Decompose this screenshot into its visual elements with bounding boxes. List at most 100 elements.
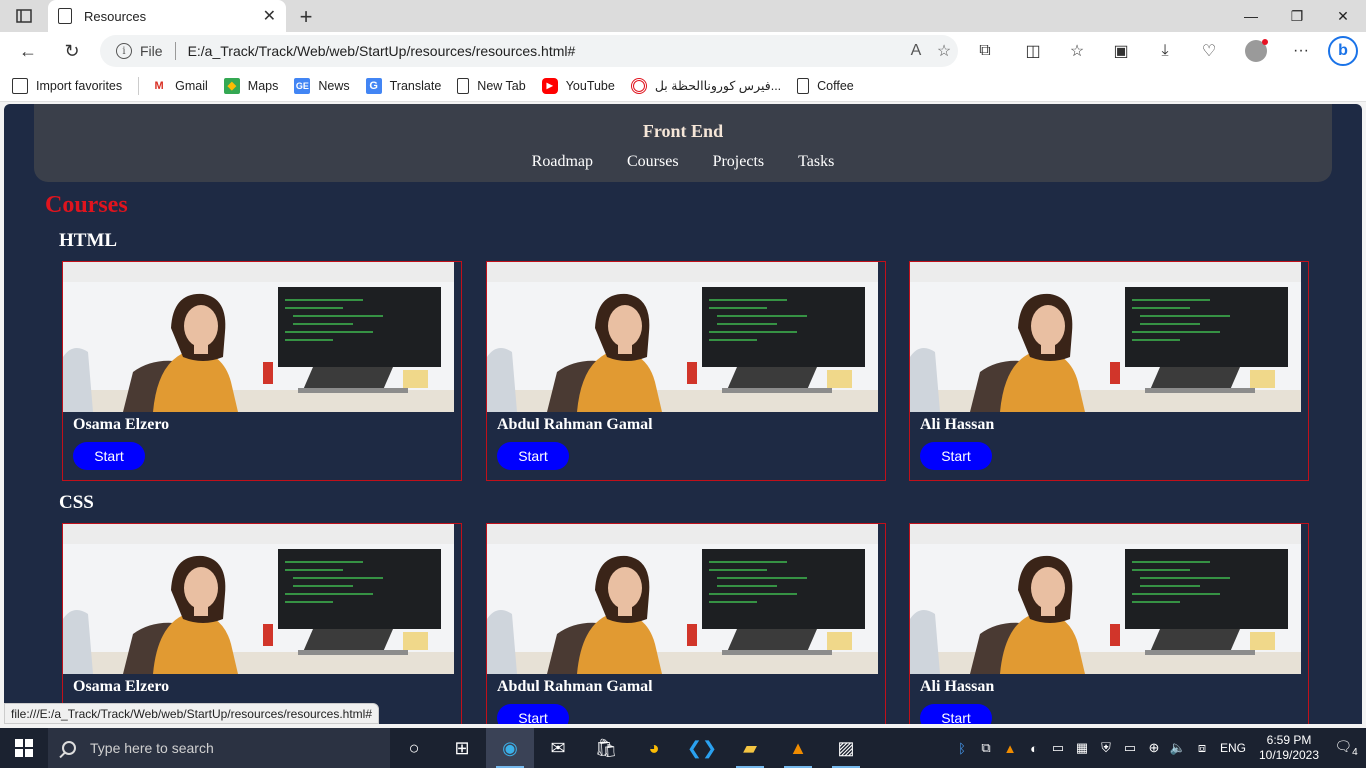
course-card: Ali Hassan Start <box>909 261 1309 481</box>
battery-icon[interactable]: ▭ <box>1118 740 1142 756</box>
cortana-icon[interactable]: ○ <box>390 728 438 768</box>
clock-date: 10/19/2023 <box>1258 748 1320 762</box>
favorite-label: Import favorites <box>36 78 123 93</box>
extensions-icon[interactable]: ⧉ <box>974 41 996 61</box>
instructor-name: Osama Elzero <box>73 416 170 433</box>
close-tab-icon[interactable]: ✕ <box>263 6 276 26</box>
new-tab-button[interactable]: + <box>294 4 318 30</box>
copilot-icon[interactable]: b <box>1328 36 1358 66</box>
volume-icon[interactable]: 🔈 <box>1166 740 1190 756</box>
security-icon[interactable]: ⛨ <box>1094 740 1118 756</box>
course-thumbnail-illustration <box>487 524 878 674</box>
split-screen-icon[interactable]: ◫ <box>1022 41 1044 61</box>
bluetooth-icon[interactable]: ᛒ <box>950 741 974 756</box>
favorite-news[interactable]: GE News <box>294 77 350 94</box>
vlc-icon[interactable]: ▲ <box>774 728 822 768</box>
course-thumbnail-image <box>487 262 878 412</box>
start-button[interactable]: Start <box>73 442 145 470</box>
minimize-button[interactable]: — <box>1228 0 1274 32</box>
edge-browser-icon[interactable]: ◉ <box>486 728 534 768</box>
clock-time: 6:59 PM <box>1266 733 1312 747</box>
display-icon[interactable]: ▭ <box>1046 740 1070 756</box>
favorite-new-tab[interactable]: New Tab <box>457 77 526 94</box>
favorite-maps[interactable]: ◆ Maps <box>223 77 278 94</box>
close-window-button[interactable]: ✕ <box>1320 0 1366 32</box>
vscode-icon[interactable]: ❮❯ <box>678 728 726 768</box>
favorites-icon[interactable]: ☆ <box>1066 41 1088 61</box>
web-page: Front End Roadmap Courses Projects Tasks… <box>4 104 1362 724</box>
gmail-icon: M <box>154 79 164 92</box>
favorite-coffee[interactable]: Coffee <box>797 77 854 94</box>
course-card: Abdul Rahman Gamal Start <box>486 523 886 724</box>
url-text[interactable]: E:/a_Track/Track/Web/web/StartUp/resourc… <box>188 43 902 59</box>
site-title: Front End <box>642 121 724 141</box>
meet-now-icon[interactable]: ⧈ <box>1190 740 1214 756</box>
windows-start-button[interactable] <box>0 728 48 768</box>
performance-icon[interactable]: ♡ <box>1198 41 1220 61</box>
read-aloud-icon[interactable]: A <box>902 42 930 60</box>
nav-link-projects[interactable]: Projects <box>713 153 765 171</box>
nav-link-roadmap[interactable]: Roadmap <box>532 153 593 171</box>
start-button[interactable]: Start <box>497 704 569 724</box>
file-explorer-icon[interactable]: ▰ <box>726 728 774 768</box>
favorite-star-icon[interactable]: ☆ <box>930 41 958 61</box>
import-icon <box>12 77 28 94</box>
favorite-corona[interactable]: فيرس كوروناالحظة بل... <box>630 77 781 94</box>
page-heading: Courses <box>45 192 128 218</box>
favorite-label: New Tab <box>477 78 526 93</box>
course-thumbnail-illustration <box>63 524 454 674</box>
instructor-name: Ali Hassan <box>920 416 995 433</box>
nav-link-courses[interactable]: Courses <box>627 153 679 171</box>
favorite-label: Gmail <box>175 78 208 93</box>
section-title-css: CSS <box>59 492 94 513</box>
more-menu-icon[interactable]: ··· <box>1290 41 1312 61</box>
windows-logo-icon <box>15 739 33 757</box>
photos-icon[interactable]: ▨ <box>822 728 870 768</box>
language-indicator[interactable]: ENG <box>1214 741 1252 755</box>
status-url: file:///E:/a_Track/Track/Web/web/StartUp… <box>4 703 380 724</box>
favorite-label: Translate <box>389 78 442 93</box>
tab-actions-icon[interactable] <box>10 6 38 26</box>
start-button[interactable]: Start <box>920 704 992 724</box>
downloads-icon[interactable]: ⤓ <box>1154 41 1176 61</box>
favorite-gmail[interactable]: M Gmail <box>151 78 208 94</box>
copy-icon[interactable]: ⧉ <box>974 740 998 756</box>
mail-icon[interactable]: ✉ <box>534 728 582 768</box>
collections-icon[interactable]: ▣ <box>1110 41 1132 61</box>
clock[interactable]: 6:59 PM 10/19/2023 <box>1252 733 1326 763</box>
profile-badge <box>1262 39 1268 45</box>
start-button[interactable]: Start <box>497 442 569 470</box>
chrome-icon[interactable]: ◕ <box>630 728 678 768</box>
store-icon[interactable]: 🛍 <box>582 728 630 768</box>
course-thumbnail-illustration <box>63 262 454 412</box>
address-bar[interactable]: i File E:/a_Track/Track/Web/web/StartUp/… <box>100 35 958 67</box>
course-card: Abdul Rahman Gamal Start <box>486 261 886 481</box>
refresh-button[interactable]: ↻ <box>58 38 86 64</box>
favorite-translate[interactable]: G Translate <box>365 77 442 94</box>
target-icon <box>630 77 647 94</box>
favorites-divider <box>138 76 140 95</box>
nav-link-tasks[interactable]: Tasks <box>798 153 834 171</box>
course-card: Osama Elzero Start <box>62 261 462 481</box>
favorite-label: News <box>318 78 350 93</box>
back-button[interactable]: ← <box>14 38 42 64</box>
course-thumbnail-illustration <box>487 262 878 412</box>
taskbar: Type here to search ○ ⊞ ◉ ✉ 🛍 ◕ ❮❯ ▰ ▲ ▨… <box>0 728 1366 768</box>
site-nav: Roadmap Courses Projects Tasks <box>34 153 1332 171</box>
favorite-label: Coffee <box>817 78 854 93</box>
favorite-youtube[interactable]: ▶ YouTube <box>541 77 615 94</box>
globe-network-icon[interactable]: ⊕ <box>1142 740 1166 756</box>
vlc-tray-icon[interactable]: ▲ <box>998 741 1022 756</box>
browser-tab[interactable]: Resources ✕ <box>48 0 286 32</box>
tray-app-icon[interactable]: ◐ <box>1022 741 1046 756</box>
notifications-icon[interactable]: 🗨4 <box>1326 738 1366 758</box>
favorite-import[interactable]: Import favorites <box>12 77 123 94</box>
section-title-html: HTML <box>59 230 118 251</box>
start-button[interactable]: Start <box>920 442 992 470</box>
task-view-icon[interactable]: ⊞ <box>438 728 486 768</box>
site-header: Front End Roadmap Courses Projects Tasks <box>34 104 1332 182</box>
info-icon[interactable]: i <box>116 43 132 59</box>
network-share-icon[interactable]: ▦ <box>1070 740 1094 756</box>
restore-button[interactable]: ❐ <box>1274 0 1320 32</box>
taskbar-search[interactable]: Type here to search <box>48 728 390 768</box>
